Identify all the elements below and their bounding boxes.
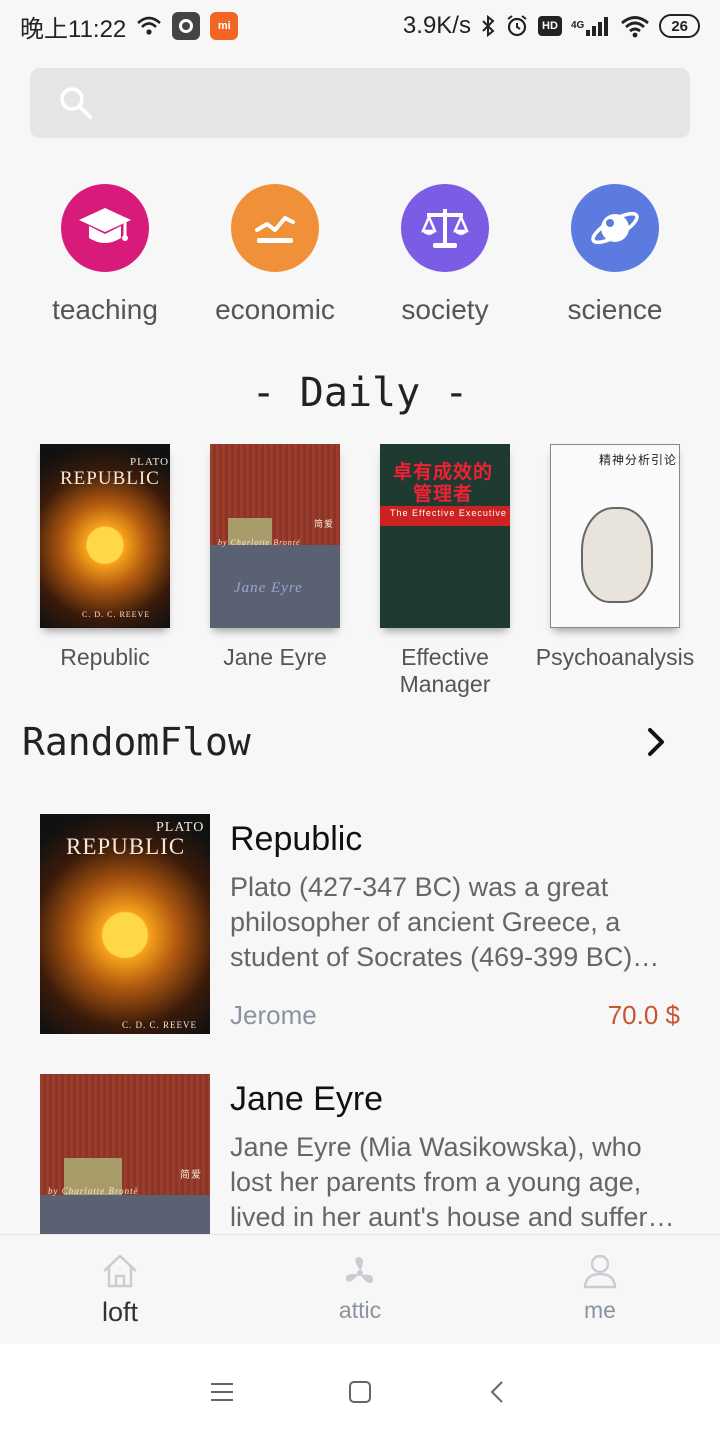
bluetooth-icon (482, 14, 495, 38)
fan-icon (345, 1257, 374, 1284)
tab-loft[interactable]: loft (0, 1235, 240, 1344)
mi-app-icon: mi (210, 12, 239, 40)
daily-book-label: Psychoanalysis (535, 644, 695, 670)
daily-book-psychoanalysis[interactable]: 精神分析引论 Psychoanalysis (530, 444, 700, 698)
book-cover-republic: PLATO REPUBLIC C. D. C. REEVE (40, 444, 170, 628)
daily-book-label: Jane Eyre (223, 644, 327, 670)
random-flow-title: RandomFlow (22, 720, 251, 764)
daily-book-jane-eyre[interactable]: 简爱 by Charlotte Brontë Jane Eyre Jane Ey… (190, 444, 360, 698)
cover-cn-title: 简爱 (180, 1170, 202, 1181)
tab-attic[interactable]: attic (240, 1235, 480, 1344)
network-type: 4G (570, 20, 585, 31)
home-icon (103, 1254, 137, 1288)
system-navigation-bar (0, 1344, 720, 1440)
cover-cn-title: 卓有成效的管理者 (392, 462, 493, 505)
scales-icon (401, 184, 489, 272)
planet-icon (571, 184, 659, 272)
cover-author: by Charlotte Brontë (218, 538, 301, 547)
flow-item-description: Jane Eyre (Mia Wasikowska), who lost her… (230, 1132, 678, 1232)
wifi-icon (621, 16, 650, 38)
daily-section-title: - Daily - (251, 370, 469, 416)
tab-me[interactable]: me (480, 1235, 720, 1344)
book-cover-republic: PLATO REPUBLIC C. D. C. REEVE (40, 814, 210, 1034)
book-cover-jane-eyre: 简爱 by Charlotte Brontë Jane Eyre (210, 444, 340, 628)
daily-book-label: Republic (60, 644, 150, 670)
book-cover-psychoanalysis: 精神分析引论 (550, 444, 680, 628)
cell-signal-icon (586, 17, 609, 36)
menu-icon[interactable] (208, 1378, 236, 1406)
flow-item-title: Republic (230, 820, 363, 858)
cover-editor: C. D. C. REEVE (122, 1020, 198, 1030)
cover-cn-title: 简爱 (314, 519, 335, 529)
book-cover-effective-manager: 卓有成效的管理者 The Effective Executive (380, 444, 510, 628)
flow-item-author: Jerome (230, 1000, 317, 1030)
category-teaching[interactable]: teaching (25, 184, 185, 326)
home-square-icon[interactable] (346, 1378, 374, 1406)
category-label: society (401, 294, 489, 325)
category-label: economic (215, 294, 335, 325)
net-speed: 3.9K/s (402, 12, 471, 39)
daily-book-label: Effective Manager (399, 644, 491, 697)
cover-author: by Charlotte Brontë (48, 1186, 139, 1196)
alarm-icon (507, 15, 527, 37)
category-science[interactable]: science (535, 184, 695, 326)
flow-item-price: 70.0 $ (607, 1000, 680, 1030)
cover-en-title: The Effective Executive (390, 508, 507, 518)
person-icon (583, 1254, 617, 1289)
cover-title: REPUBLIC (66, 834, 186, 859)
cover-title: Jane Eyre (234, 580, 303, 596)
graduation-cap-icon (61, 184, 149, 272)
category-label: teaching (52, 294, 158, 325)
status-time: 晚上11:22 (20, 15, 127, 43)
category-label: science (567, 294, 663, 325)
cover-title: REPUBLIC (60, 468, 160, 489)
daily-book-effective-manager[interactable]: 卓有成效的管理者 The Effective Executive Effecti… (360, 444, 530, 698)
trend-chart-icon (231, 184, 319, 272)
search-bar[interactable] (30, 68, 690, 138)
daily-book-republic[interactable]: PLATO REPUBLIC C. D. C. REEVE Republic (20, 444, 190, 698)
flow-item-title: Jane Eyre (230, 1080, 384, 1118)
app-screen: 晚上11:22 mi 3.9K/s HD 4G 26 teaching econ (0, 0, 720, 1440)
back-icon[interactable] (484, 1378, 512, 1406)
tab-label: attic (338, 1297, 382, 1323)
cover-editor: C. D. C. REEVE (82, 610, 151, 619)
tab-label: loft (101, 1297, 139, 1327)
battery-indicator: 26 (659, 14, 700, 38)
wifi-signal-icon (137, 16, 162, 35)
flow-item-description: Plato (427-347 BC) was a great philosoph… (230, 872, 633, 972)
chevron-right-icon[interactable] (640, 724, 672, 760)
category-economic[interactable]: economic (195, 184, 355, 326)
cover-author: PLATO (130, 456, 170, 468)
category-society[interactable]: society (365, 184, 525, 326)
record-icon (172, 12, 201, 40)
status-bar: 晚上11:22 mi 3.9K/s HD 4G 26 (0, 0, 720, 52)
tab-label: me (584, 1297, 616, 1323)
hd-badge: HD (537, 16, 562, 36)
search-icon (60, 87, 92, 119)
flow-item-republic[interactable]: PLATO REPUBLIC C. D. C. REEVE Republic P… (40, 814, 680, 1034)
cover-portrait (581, 507, 653, 603)
cover-cn-title: 精神分析引论 (599, 453, 678, 467)
bottom-tab-bar: loft attic me (0, 1234, 720, 1344)
